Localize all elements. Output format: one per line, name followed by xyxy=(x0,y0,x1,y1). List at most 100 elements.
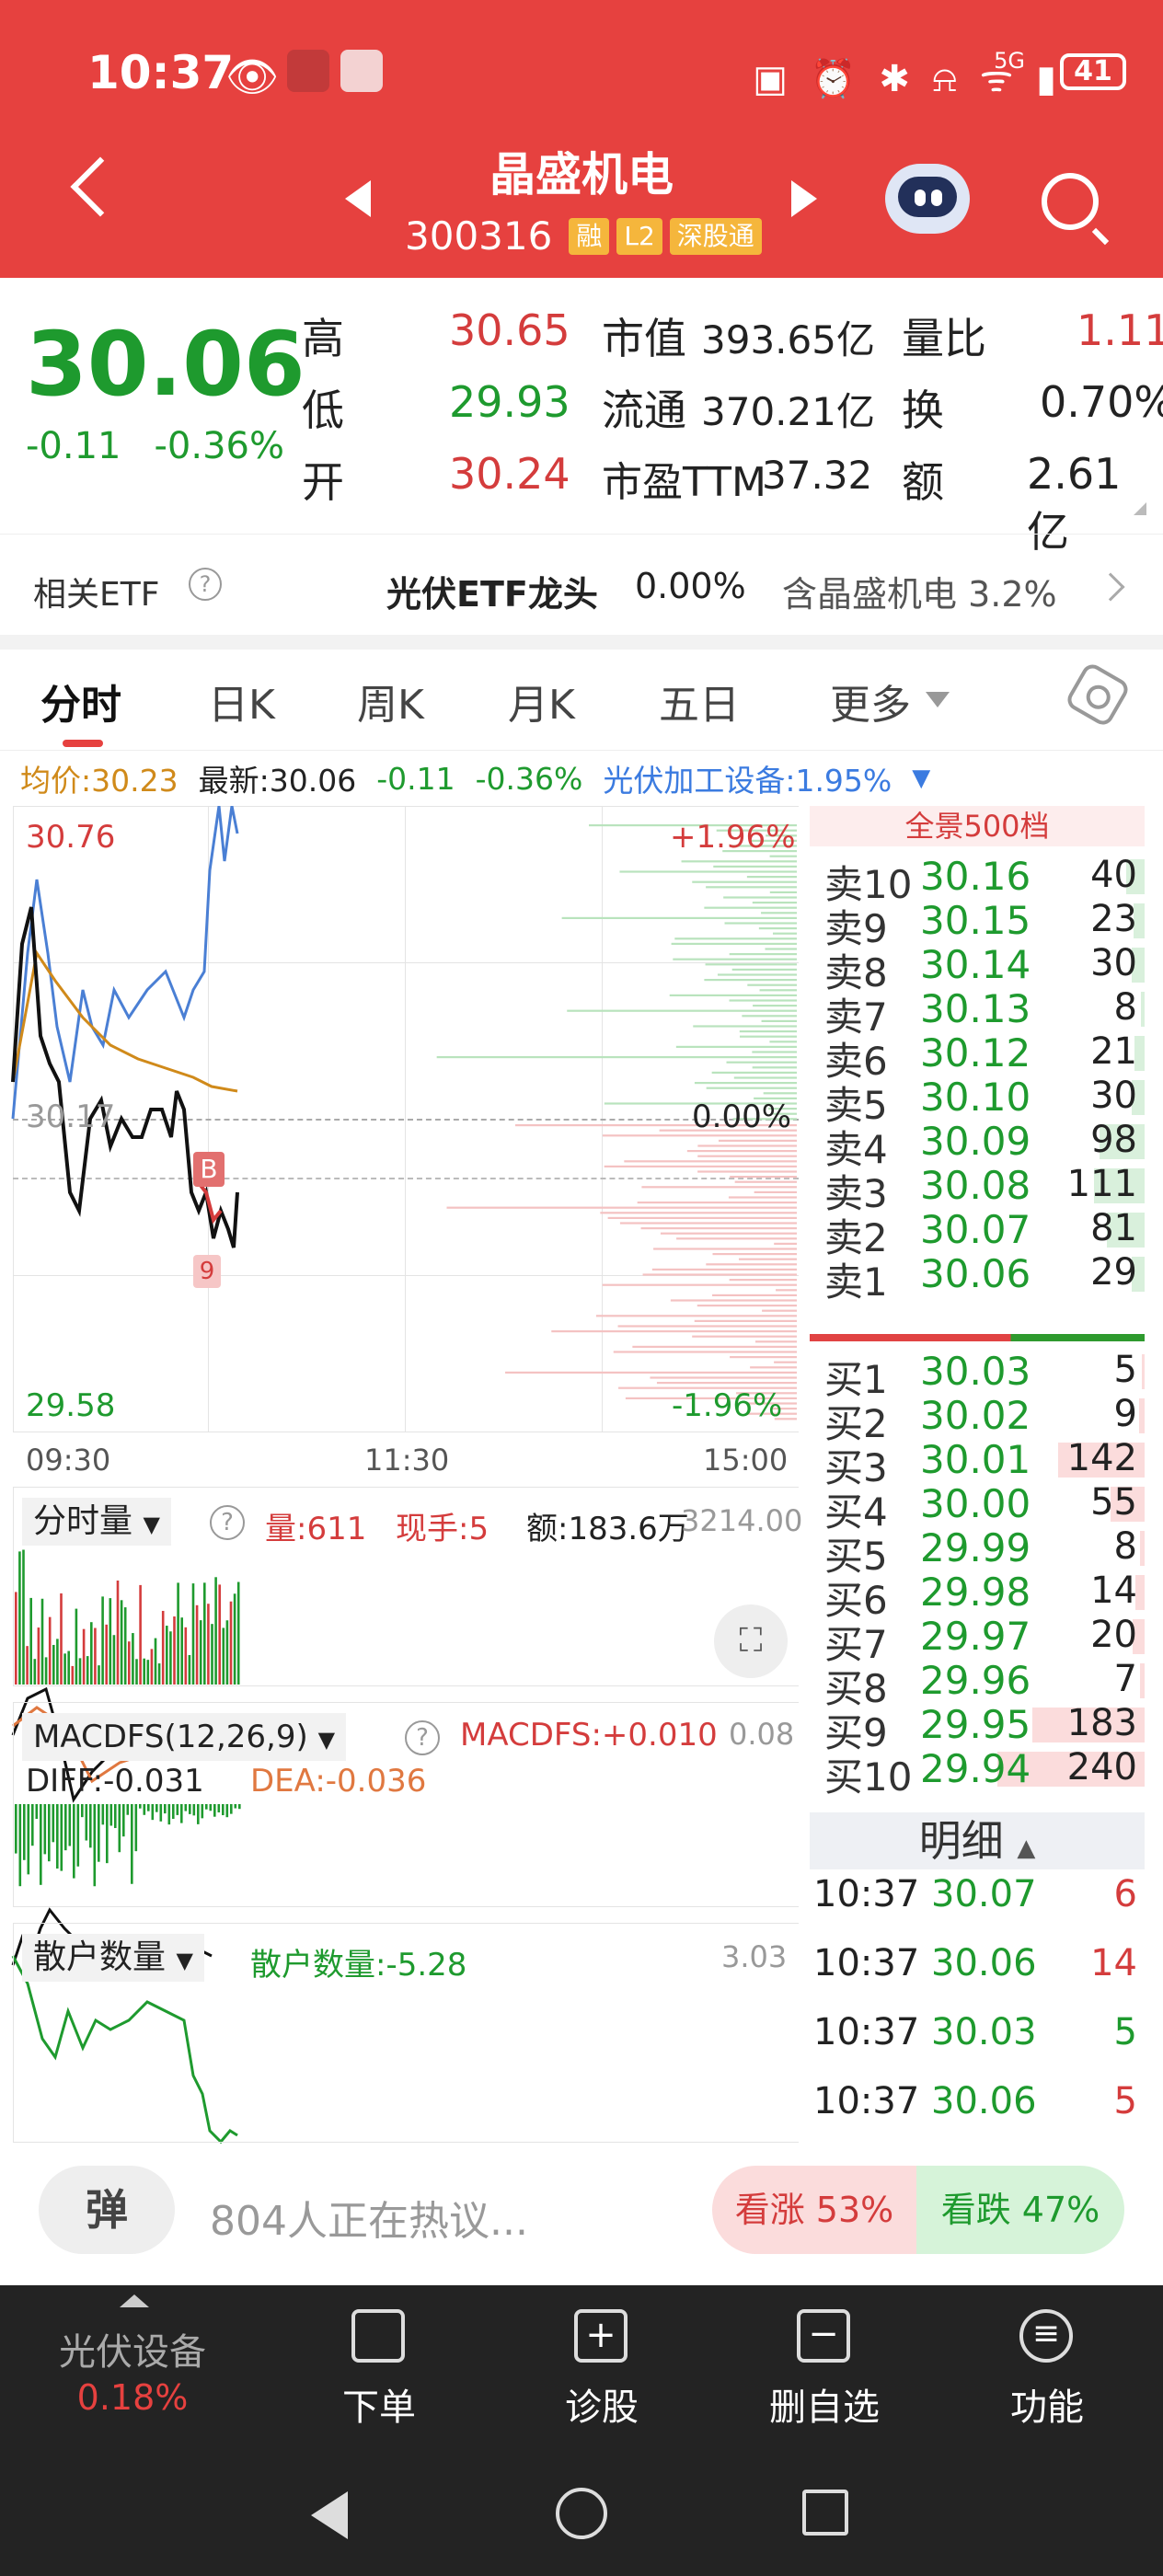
bid-volume: 240 xyxy=(1066,1746,1137,1788)
bid-row[interactable]: 买4 30.00 55 xyxy=(810,1481,1145,1535)
bid-row[interactable]: 买3 30.01 142 xyxy=(810,1437,1145,1490)
settings-icon[interactable] xyxy=(1064,661,1132,729)
ask-volume: 40 xyxy=(1090,854,1137,896)
trade-detail-header[interactable]: 明细 ▲ xyxy=(810,1812,1145,1869)
stat-turnover-label: 换 xyxy=(902,385,944,435)
help-icon[interactable]: ? xyxy=(210,1505,245,1540)
ask-row[interactable]: 卖7 30.13 8 xyxy=(810,986,1145,1040)
tab-intraday[interactable]: 分时 xyxy=(40,672,121,730)
ask-row[interactable]: 卖3 30.08 111 xyxy=(810,1163,1145,1216)
depth-bar xyxy=(706,1263,797,1266)
sector-change[interactable]: 光伏加工设备:1.95% xyxy=(603,756,892,800)
trade-price: 30.06 xyxy=(931,2080,1037,2122)
order-button[interactable]: 下单 xyxy=(287,2285,471,2447)
search-icon[interactable] xyxy=(1042,173,1099,230)
bid-row[interactable]: 买10 29.94 240 xyxy=(810,1746,1145,1800)
bearish-button[interactable]: 看跌 47% xyxy=(916,2166,1124,2254)
intraday-chart-area[interactable]: 30.76 30.17 29.58 +1.96% 0.00% -1.96% B … xyxy=(0,806,802,2149)
ask-row[interactable]: 卖2 30.07 81 xyxy=(810,1207,1145,1260)
amount-value: 额:183.6万 xyxy=(526,1511,689,1547)
macd-bar xyxy=(205,1804,208,1810)
macd-indicator-select[interactable]: MACDFS(12,26,9) ▼ xyxy=(22,1713,347,1761)
volume-bar xyxy=(128,1641,131,1685)
depth-bar xyxy=(750,1366,797,1369)
grid-line xyxy=(13,1702,799,1703)
danmu-toggle[interactable]: 弹 xyxy=(39,2166,175,2254)
macd-bar xyxy=(89,1804,92,1848)
bid-row[interactable]: 买2 30.02 9 xyxy=(810,1393,1145,1446)
buy-marker-b[interactable]: B xyxy=(193,1152,225,1187)
help-icon[interactable]: ? xyxy=(405,1720,440,1755)
bid-row[interactable]: 买8 29.96 7 xyxy=(810,1658,1145,1711)
menu-icon: ≡ xyxy=(1019,2309,1073,2363)
bid-row[interactable]: 买9 29.95 183 xyxy=(810,1702,1145,1755)
depth-bar xyxy=(704,979,797,982)
tab-more[interactable]: 更多 xyxy=(830,672,911,730)
ask-row[interactable]: 卖8 30.14 30 xyxy=(810,942,1145,995)
depth-bar xyxy=(697,1170,797,1173)
related-etf-bar[interactable]: 相关ETF ? 光伏ETF龙头 0.00% 含晶盛机电 3.2% xyxy=(0,534,1163,635)
remove-watchlist-button[interactable]: − 删自选 xyxy=(732,2285,916,2447)
fullscreen-icon[interactable]: ⛶ xyxy=(714,1604,788,1678)
help-icon[interactable]: ? xyxy=(189,568,222,601)
macd-bar xyxy=(134,1804,138,1852)
volume-bar xyxy=(173,1616,176,1685)
volume-indicator-select[interactable]: 分时量 ▼ xyxy=(22,1498,171,1546)
ask-row[interactable]: 卖9 30.15 23 xyxy=(810,898,1145,951)
expand-corner-icon[interactable] xyxy=(1134,502,1146,515)
depth-bar xyxy=(676,1237,797,1240)
discussion-text[interactable]: 804人正在热议... xyxy=(210,2188,528,2247)
depth-bar xyxy=(761,912,797,914)
depth-bar xyxy=(738,1258,797,1260)
bid-row[interactable]: 买6 29.98 14 xyxy=(810,1570,1145,1623)
tab-monthly-k[interactable]: 月K xyxy=(508,672,575,730)
bid-price: 30.02 xyxy=(920,1393,1031,1438)
ask-row[interactable]: 卖10 30.16 40 xyxy=(810,854,1145,907)
etf-name[interactable]: 光伏ETF龙头 xyxy=(386,566,598,616)
caret-down-icon[interactable]: ▼ xyxy=(912,765,930,792)
ask-row[interactable]: 卖5 30.10 30 xyxy=(810,1075,1145,1128)
sector-shortcut[interactable]: 光伏设备 0.18% xyxy=(40,2285,225,2447)
volume-bar xyxy=(135,1659,138,1685)
volume-bar xyxy=(207,1604,210,1685)
bullish-button[interactable]: 看涨 53% xyxy=(712,2166,916,2254)
bid-row[interactable]: 买1 30.03 5 xyxy=(810,1349,1145,1402)
ask-volume: 81 xyxy=(1090,1207,1137,1249)
functions-button[interactable]: ≡ 功能 xyxy=(955,2285,1139,2447)
chevron-right-icon[interactable] xyxy=(1096,572,1125,602)
nav-recents-icon[interactable] xyxy=(802,2490,848,2536)
bid-row[interactable]: 买5 29.99 8 xyxy=(810,1525,1145,1579)
depth-bar xyxy=(730,1176,797,1179)
ask-volume: 111 xyxy=(1066,1163,1137,1205)
depth-bar xyxy=(730,1356,797,1359)
depth-bar xyxy=(752,1051,797,1053)
tab-five-day[interactable]: 五日 xyxy=(659,672,740,730)
marker-count[interactable]: 9 xyxy=(193,1255,221,1288)
tab-weekly-k[interactable]: 周K xyxy=(357,672,424,730)
volume-bar xyxy=(236,1581,240,1685)
bid-price: 29.97 xyxy=(920,1614,1031,1659)
ask-row[interactable]: 卖6 30.12 21 xyxy=(810,1030,1145,1084)
retail-indicator-select[interactable]: 散户数量 ▼ xyxy=(22,1934,204,1982)
nav-back-icon[interactable] xyxy=(311,2491,348,2539)
caret-down-icon[interactable] xyxy=(926,692,950,707)
robot-assistant-icon[interactable] xyxy=(885,164,970,234)
depth-bar xyxy=(642,1273,797,1276)
ask-row[interactable]: 卖4 30.09 98 xyxy=(810,1119,1145,1172)
depth-bar xyxy=(739,1035,797,1038)
ask-price: 30.12 xyxy=(920,1030,1031,1075)
bid-row[interactable]: 买7 29.97 20 xyxy=(810,1614,1145,1667)
nav-home-icon[interactable] xyxy=(556,2488,607,2539)
next-stock-icon[interactable] xyxy=(791,180,817,217)
diagnose-button[interactable]: + 诊股 xyxy=(510,2285,694,2447)
tab-daily-k[interactable]: 日K xyxy=(208,672,275,730)
trade-time: 10:37 xyxy=(813,1942,920,1984)
volume-bar xyxy=(222,1627,225,1685)
bid-volume: 14 xyxy=(1090,1570,1137,1612)
prev-stock-icon[interactable] xyxy=(345,180,371,217)
active-tab-indicator xyxy=(63,740,103,747)
volume-bar xyxy=(123,1607,127,1685)
order-book: 全景500档 卖10 30.16 40 卖9 30.15 23 卖8 30.14 30 卖7 30.… xyxy=(810,806,1150,2140)
ask-row[interactable]: 卖1 30.06 29 xyxy=(810,1251,1145,1305)
full-depth-button[interactable]: 全景500档 xyxy=(810,806,1145,846)
